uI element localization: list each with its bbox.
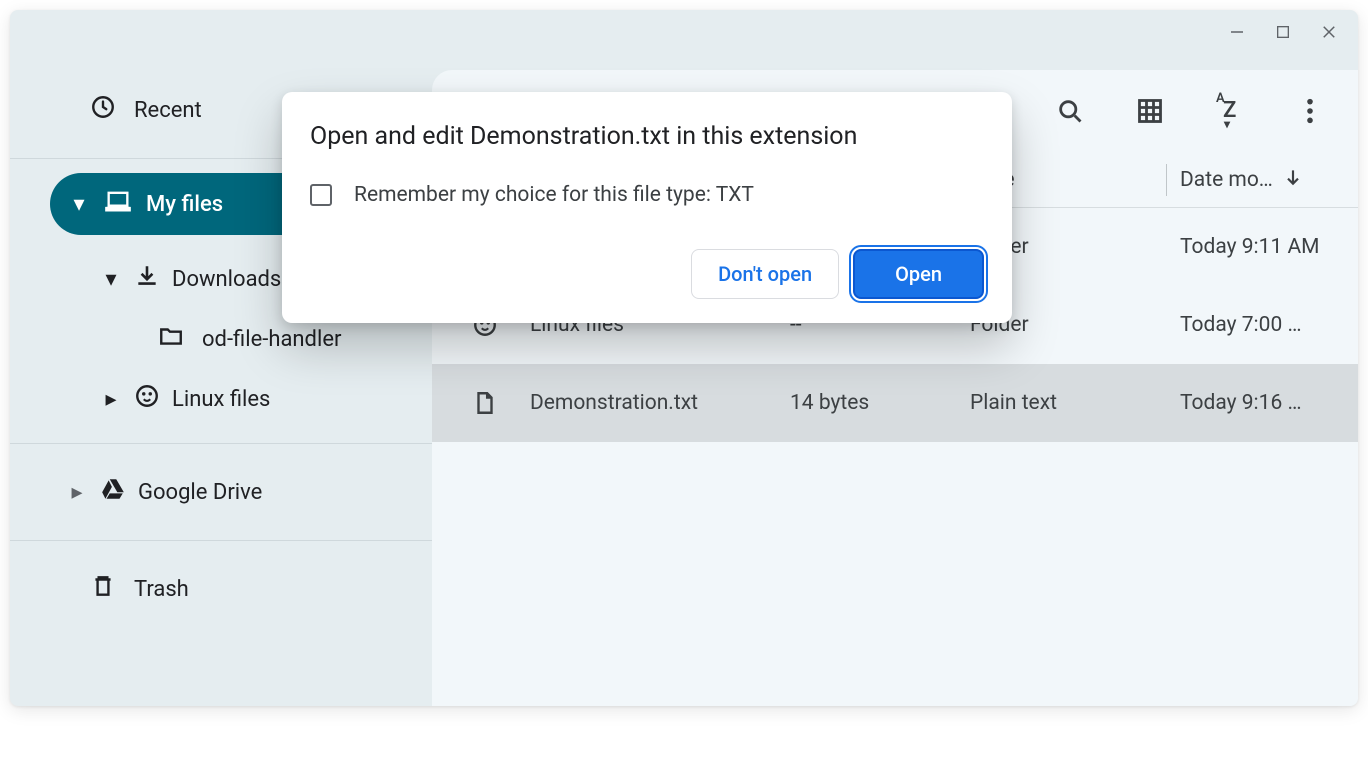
google-drive-icon <box>100 476 126 508</box>
chevron-down-icon: ▾ <box>100 267 122 292</box>
cell-date: Today 7:00 … <box>1180 313 1338 337</box>
cell-size: 14 bytes <box>790 391 970 415</box>
file-icon <box>440 390 530 416</box>
sidebar-item-label: Trash <box>134 577 189 602</box>
sidebar-divider <box>10 540 432 541</box>
checkbox-label: Remember my choice for this file type: T… <box>354 183 754 207</box>
sidebar-item-linux-files[interactable]: ▸ Linux files <box>10 369 432 429</box>
window-close-button[interactable] <box>1306 14 1352 50</box>
open-button[interactable]: Open <box>853 249 984 299</box>
chevron-right-icon: ▸ <box>100 387 122 412</box>
laptop-icon <box>104 187 132 221</box>
dont-open-button[interactable]: Don't open <box>691 249 839 299</box>
dialog-title: Open and edit Demonstration.txt in this … <box>310 122 984 151</box>
chevron-down-icon: ▾ <box>68 192 90 217</box>
sidebar-item-label: My files <box>146 192 223 217</box>
column-header-date[interactable]: Date mo… <box>1180 167 1338 193</box>
window-titlebar <box>10 10 1358 62</box>
sidebar-item-trash[interactable]: Trash <box>10 555 432 623</box>
sidebar-item-google-drive[interactable]: ▸ Google Drive <box>10 458 432 526</box>
cell-name: Demonstration.txt <box>530 391 790 415</box>
sidebar-item-label: Linux files <box>172 387 270 412</box>
sidebar-item-label: Downloads <box>172 267 281 292</box>
more-options-button[interactable] <box>1294 95 1326 127</box>
sidebar-item-label: Google Drive <box>138 480 262 505</box>
window-maximize-button[interactable] <box>1260 14 1306 50</box>
sidebar-item-label: Recent <box>134 98 202 123</box>
sidebar-divider <box>10 443 432 444</box>
remember-choice-checkbox[interactable]: Remember my choice for this file type: T… <box>310 183 984 207</box>
sidebar-item-label: od-file-handler <box>202 327 341 352</box>
window-minimize-button[interactable] <box>1214 14 1260 50</box>
sort-button[interactable]: A Z ▾ <box>1214 95 1246 127</box>
folder-icon <box>158 323 184 355</box>
linux-icon <box>134 383 160 415</box>
sort-descending-icon <box>1283 167 1303 193</box>
dialog-actions: Don't open Open <box>310 249 984 299</box>
search-button[interactable] <box>1054 95 1086 127</box>
clock-icon <box>90 94 116 126</box>
cell-type: Plain text <box>970 391 1180 415</box>
files-app-window: Recent ▾ My files ▾ Downloads <box>10 10 1358 706</box>
cell-date: Today 9:11 AM <box>1180 235 1338 259</box>
open-file-dialog: Open and edit Demonstration.txt in this … <box>282 92 1012 323</box>
checkbox-icon <box>310 184 332 206</box>
cell-date: Today 9:16 … <box>1180 391 1338 415</box>
download-icon <box>134 263 160 295</box>
grid-view-button[interactable] <box>1134 95 1166 127</box>
table-row[interactable]: Demonstration.txt 14 bytes Plain text To… <box>432 364 1358 442</box>
trash-icon <box>90 573 116 605</box>
chevron-right-icon: ▸ <box>66 480 88 505</box>
